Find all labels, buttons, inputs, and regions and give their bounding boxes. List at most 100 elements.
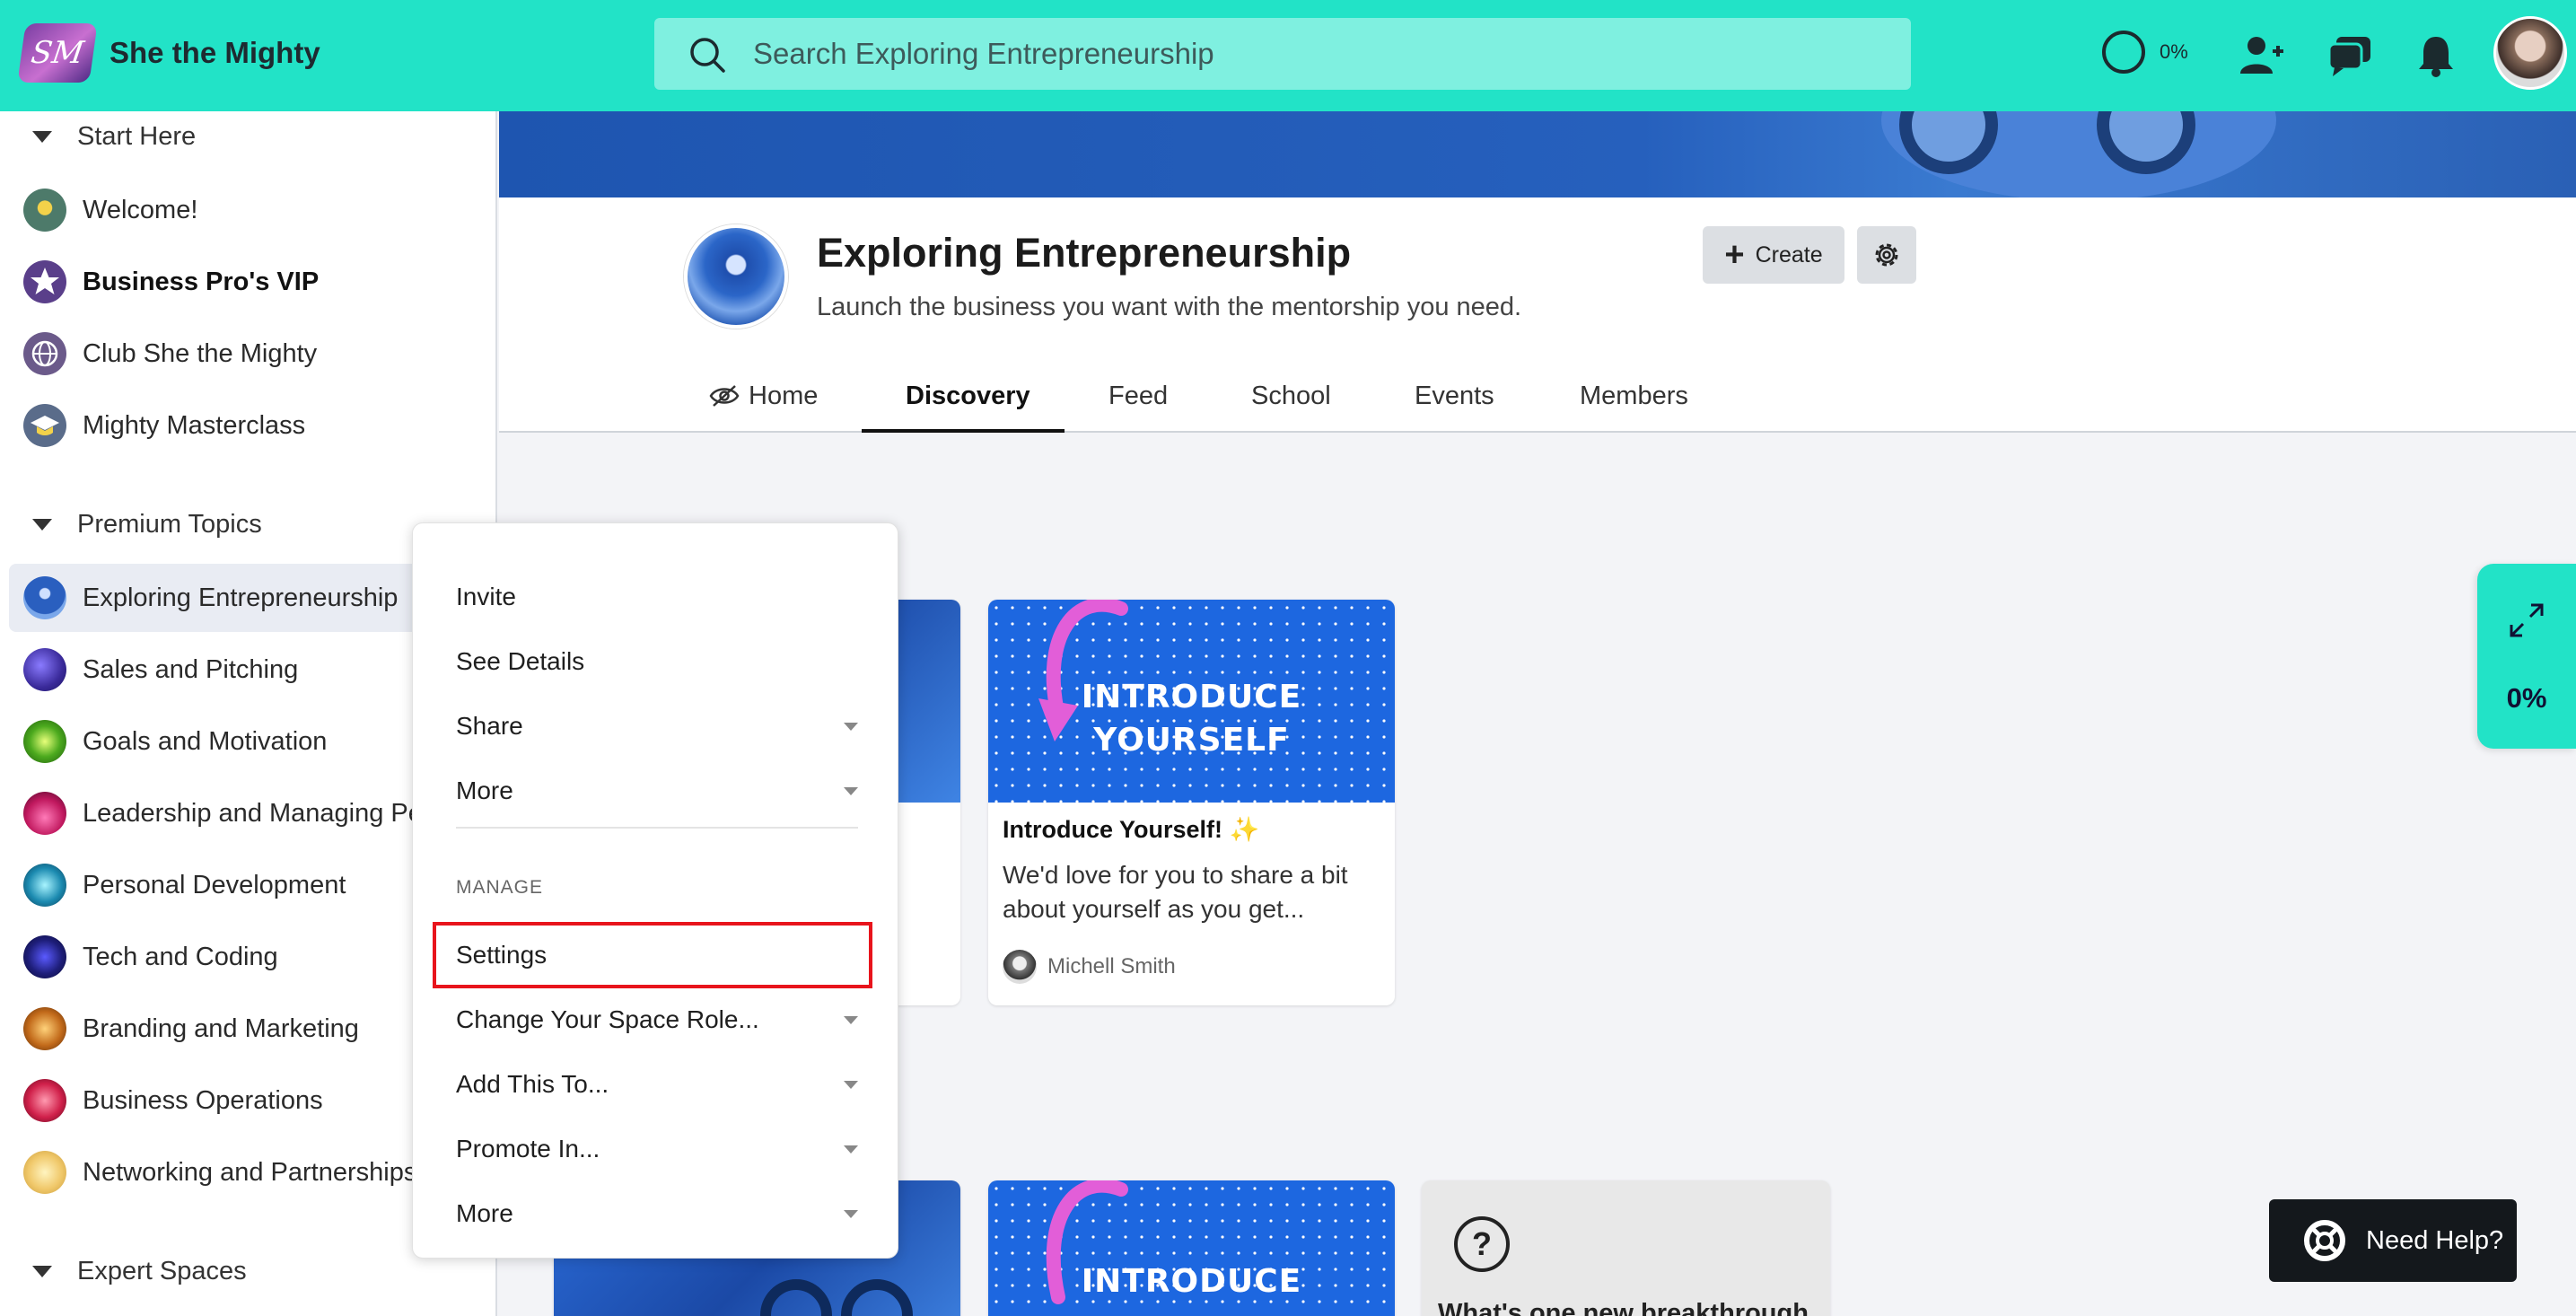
lifebuoy-icon: [2304, 1220, 2345, 1261]
sidebar-item-label: Mighty Masterclass: [83, 410, 306, 440]
sidebar-item-label: Club She the Mighty: [83, 338, 318, 368]
post-card-introduce-yourself[interactable]: INTRODUCE YOURSELF Introduce Yourself! ✨…: [988, 600, 1395, 1005]
collapse-triangle-icon: [32, 519, 52, 531]
sidebar-item-label: Business Operations: [83, 1085, 323, 1115]
menu-item-see-details[interactable]: See Details: [456, 635, 858, 689]
space-avatar-icon: [23, 576, 66, 619]
menu-item-label: Change Your Space Role...: [456, 1005, 759, 1033]
card-author[interactable]: Michell Smith: [1003, 950, 1176, 984]
search-input[interactable]: [753, 18, 1884, 90]
sidebar-item-club-she-the-mighty[interactable]: Club She the Mighty: [9, 320, 495, 388]
section-start-here[interactable]: Start Here: [32, 122, 196, 152]
sidebar-item-exploring-entrepreneurship[interactable]: Exploring Entrepreneurship: [9, 564, 476, 632]
menu-item-label: Promote In...: [456, 1135, 600, 1162]
space-avatar-icon: [23, 648, 66, 691]
chevron-down-icon: [844, 1015, 858, 1024]
sidebar-item-label: Exploring Entrepreneurship: [83, 583, 399, 612]
graduation-cap-icon: [23, 404, 66, 447]
menu-item-more-manage[interactable]: More: [456, 1187, 858, 1241]
svg-text:?: ?: [1472, 1225, 1492, 1262]
notifications-bell-icon[interactable]: [2413, 32, 2459, 79]
menu-item-label: See Details: [456, 647, 585, 675]
menu-item-settings[interactable]: Settings: [456, 928, 858, 982]
space-settings-button[interactable]: [1857, 226, 1916, 284]
tab-discovery[interactable]: Discovery: [906, 359, 1030, 433]
card-title[interactable]: Introduce Yourself! ✨: [1003, 815, 1259, 844]
plus-icon: +: [1724, 236, 1745, 274]
menu-item-label: More: [456, 1199, 513, 1227]
sidebar-item-label: Tech and Coding: [83, 942, 278, 971]
menu-section-label: MANAGE: [456, 877, 544, 898]
space-avatar-icon: [23, 1007, 66, 1050]
tab-home[interactable]: Home: [709, 359, 818, 433]
brand-name[interactable]: She the Mighty: [110, 36, 320, 70]
tab-school[interactable]: School: [1251, 359, 1331, 433]
tab-members[interactable]: Members: [1580, 359, 1688, 433]
tab-label: Members: [1580, 381, 1688, 410]
menu-item-change-space-role[interactable]: Change Your Space Role...: [456, 993, 858, 1047]
space-title: Exploring Entrepreneurship: [817, 230, 1352, 276]
user-avatar[interactable]: [2493, 16, 2567, 90]
section-expert-spaces[interactable]: Expert Spaces: [32, 1257, 247, 1286]
need-help-button[interactable]: Need Help?: [2269, 1199, 2517, 1282]
tab-events[interactable]: Events: [1415, 359, 1494, 433]
brand-logo[interactable]: SM: [17, 23, 98, 83]
menu-divider: [456, 827, 858, 829]
menu-item-label: Settings: [456, 941, 548, 969]
space-avatar-icon: [23, 935, 66, 978]
space-cover-banner: [499, 111, 2576, 197]
menu-item-share[interactable]: Share: [456, 699, 858, 753]
card-image: INTRODUCE: [988, 1180, 1395, 1316]
section-header-label: Premium Topics: [77, 510, 262, 539]
chevron-down-icon: [844, 1209, 858, 1218]
post-card-introduce-yourself[interactable]: INTRODUCE: [988, 1180, 1395, 1316]
progress-percent: 0%: [2160, 40, 2188, 63]
collapse-triangle-icon: [32, 1266, 52, 1277]
floating-progress-widget[interactable]: 0%: [2477, 564, 2576, 749]
sidebar-item-business-pros-vip[interactable]: Business Pro's VIP: [9, 248, 495, 316]
goggle-shape: [760, 1279, 832, 1316]
sidebar-item-label: Branding and Marketing: [83, 1013, 359, 1043]
menu-item-label: More: [456, 776, 513, 804]
eye-off-icon: [709, 385, 740, 407]
sidebar-item-label: Business Pro's VIP: [83, 267, 320, 296]
sidebar-item-label: Goals and Motivation: [83, 726, 328, 756]
add-member-icon[interactable]: [2239, 32, 2285, 79]
sidebar-item-label: Networking and Partnerships: [83, 1157, 417, 1187]
card-image: INTRODUCE YOURSELF: [988, 600, 1395, 803]
progress-indicator[interactable]: 0%: [2102, 31, 2188, 74]
section-premium-topics[interactable]: Premium Topics: [32, 510, 262, 540]
search-bar[interactable]: [654, 18, 1911, 90]
menu-item-label: Share: [456, 712, 523, 740]
space-avatar-icon: [23, 1079, 66, 1122]
progress-ring-icon: [2102, 31, 2145, 74]
space-avatar-icon: [23, 864, 66, 907]
space-avatar-icon: [23, 1151, 66, 1194]
globe-icon: [23, 332, 66, 375]
chat-icon[interactable]: [2326, 32, 2373, 79]
tab-feed[interactable]: Feed: [1108, 359, 1168, 433]
menu-item-invite[interactable]: Invite: [456, 570, 858, 624]
expand-icon[interactable]: [2508, 601, 2545, 639]
chevron-down-icon: [844, 1145, 858, 1154]
menu-item-promote-in[interactable]: Promote In...: [456, 1122, 858, 1176]
space-subtitle: Launch the business you want with the me…: [817, 293, 1522, 321]
floating-progress-percent: 0%: [2506, 682, 2547, 714]
need-help-label: Need Help?: [2366, 1225, 2504, 1255]
menu-item-add-this-to[interactable]: Add This To...: [456, 1057, 858, 1111]
menu-item-more[interactable]: More: [456, 764, 858, 818]
space-avatar-icon: [23, 720, 66, 763]
card-excerpt: We'd love for you to share a bit about y…: [1003, 861, 1348, 923]
active-tab-indicator: [862, 429, 1065, 433]
collapse-triangle-icon: [32, 131, 52, 143]
search-icon: [690, 38, 725, 73]
brand[interactable]: SM She the Mighty: [17, 23, 320, 83]
card-title[interactable]: What's one new breakthrough: [1438, 1299, 1809, 1316]
tab-label: School: [1251, 381, 1331, 410]
tab-label: Feed: [1108, 381, 1169, 410]
create-button[interactable]: + Create: [1703, 226, 1844, 284]
sidebar-item-welcome[interactable]: Welcome!: [9, 176, 495, 244]
space-tabs: Home Discovery Feed School Events Member…: [499, 359, 2576, 433]
sidebar-item-mighty-masterclass[interactable]: Mighty Masterclass: [9, 391, 495, 460]
post-card-question[interactable]: ? What's one new breakthrough: [1422, 1180, 1830, 1316]
